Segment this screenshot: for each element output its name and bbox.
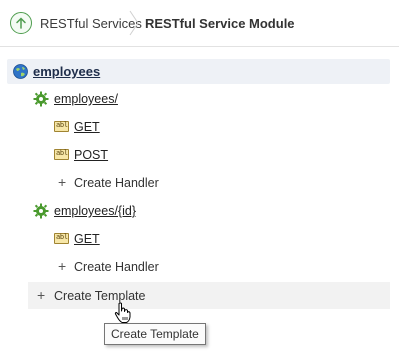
tree-template-employees-id[interactable]: employees/{id} [33,199,233,223]
handler-label[interactable]: POST [74,148,108,162]
tree-module-employees[interactable]: employees [7,59,390,84]
handler-label[interactable]: GET [74,232,100,246]
create-handler-label[interactable]: Create Handler [74,260,159,274]
plus-icon: + [37,287,46,303]
abl-icon: abl [54,233,69,244]
template-label[interactable]: employees/ [54,92,118,106]
chevron-right-icon [129,10,139,39]
gear-icon [33,91,49,110]
create-handler-button[interactable]: + Create Handler [58,255,188,279]
handler-label[interactable]: GET [74,120,100,134]
globe-icon [13,64,28,82]
tree-handler-get[interactable]: abl GET [54,227,154,251]
create-template-button[interactable]: + Create Template [28,282,390,309]
breadcrumb: RESTful Services RESTful Service Module [0,0,399,47]
tree-handler-post[interactable]: abl POST [54,143,154,167]
up-arrow-circle-icon[interactable] [10,12,32,34]
breadcrumb-current: RESTful Service Module [145,16,295,31]
create-handler-label[interactable]: Create Handler [74,176,159,190]
tree-handler-get[interactable]: abl GET [54,115,154,139]
template-label[interactable]: employees/{id} [54,204,136,218]
create-handler-button[interactable]: + Create Handler [58,171,188,195]
abl-icon: abl [54,149,69,160]
plus-icon: + [58,258,67,274]
abl-icon: abl [54,121,69,132]
module-label[interactable]: employees [33,64,100,79]
gear-icon [33,203,49,222]
tree-template-employees[interactable]: employees/ [33,87,233,111]
tooltip: Create Template [104,323,206,345]
plus-icon: + [58,174,67,190]
create-template-label[interactable]: Create Template [54,289,146,303]
breadcrumb-link-restful-services[interactable]: RESTful Services [40,16,142,31]
